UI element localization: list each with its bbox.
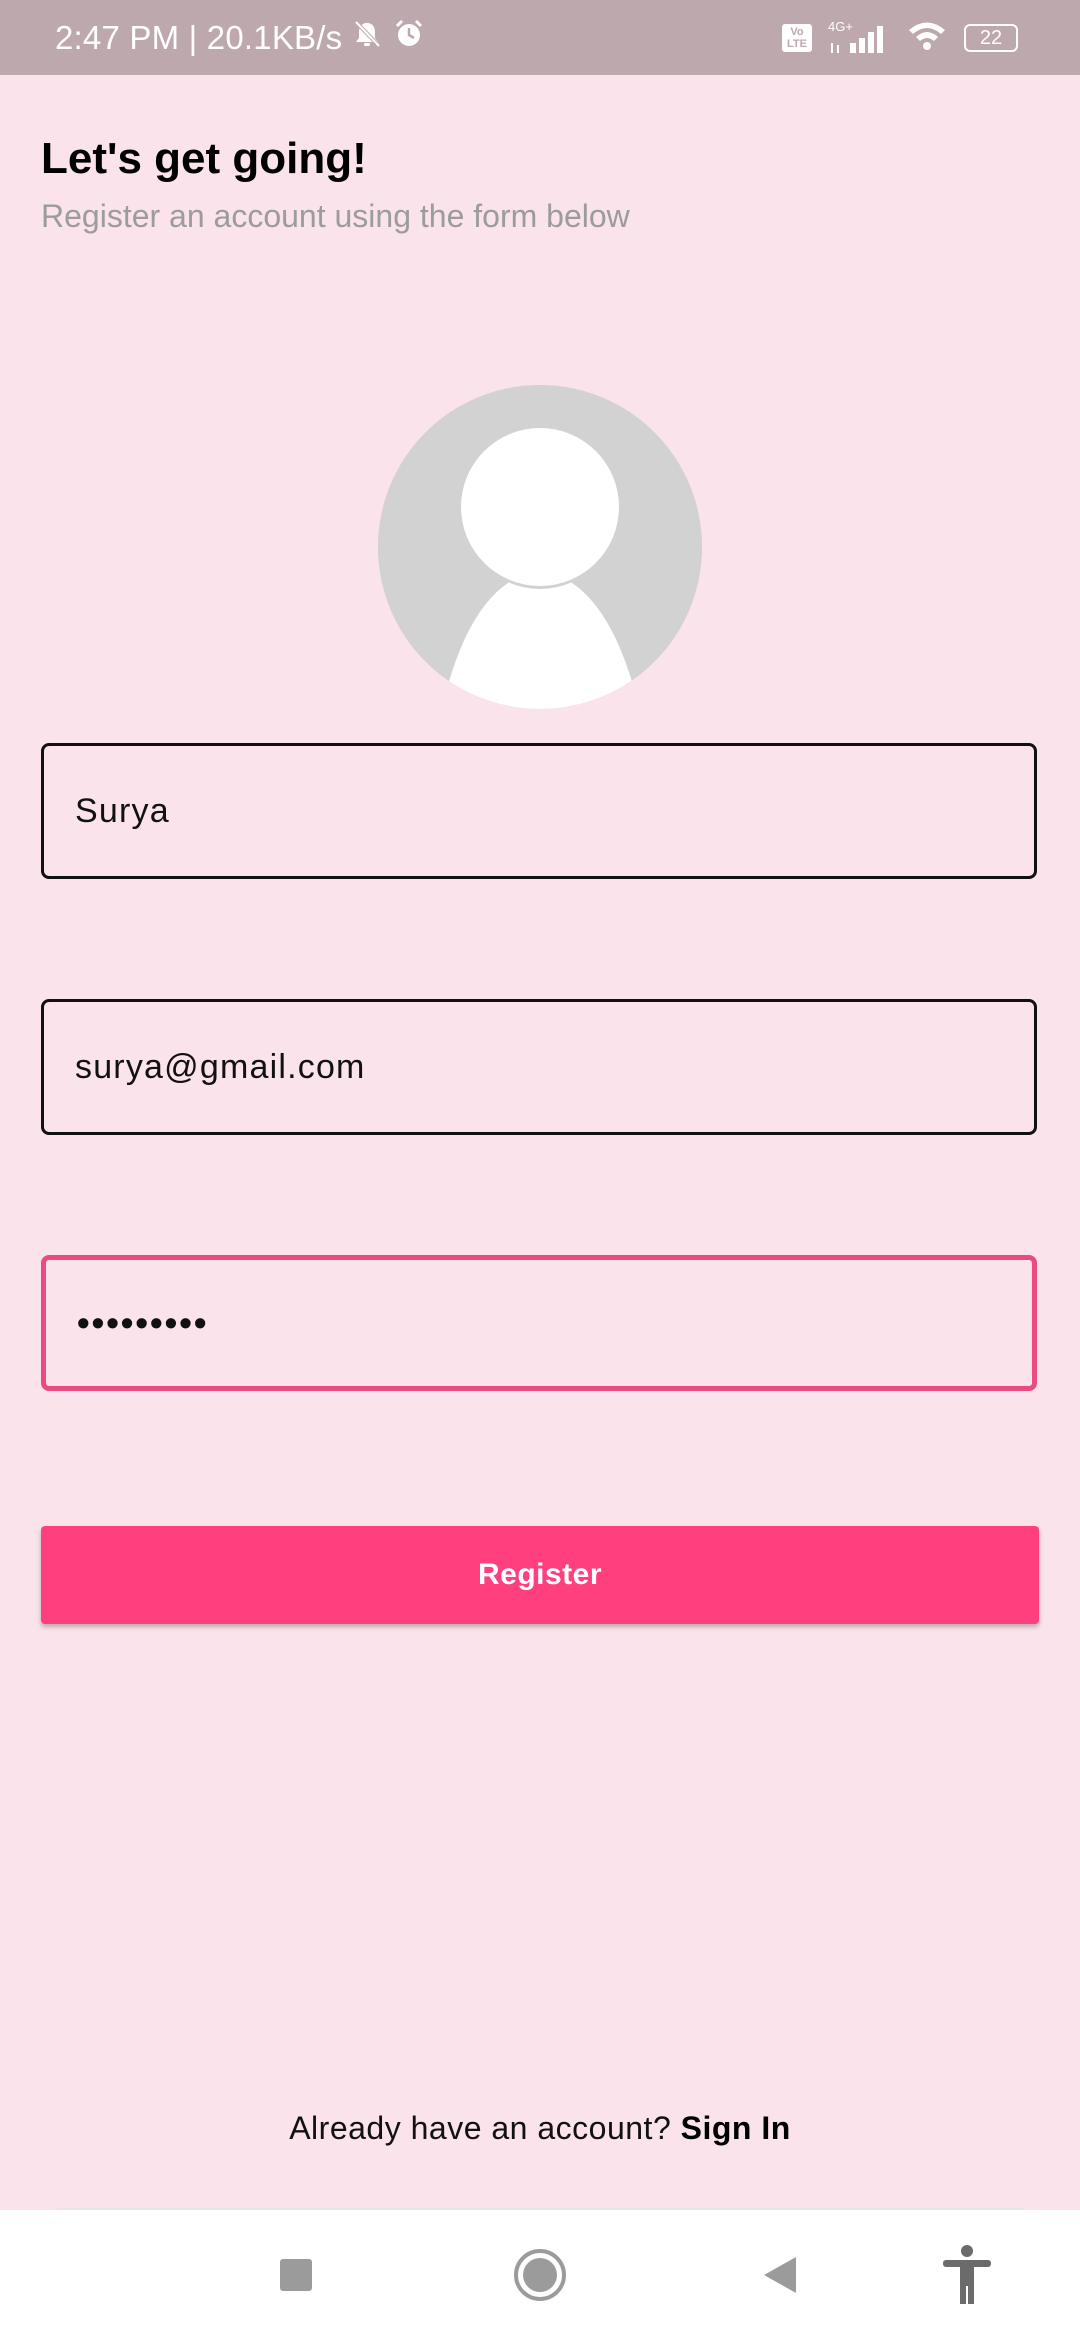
battery-level: 22 — [979, 26, 1003, 49]
recents-button[interactable] — [246, 2210, 346, 2340]
battery-icon: 22 — [964, 23, 1018, 52]
status-left: 2:47 PM | 20.1KB/s — [55, 0, 426, 75]
mute-icon — [342, 17, 384, 59]
home-icon — [514, 2249, 566, 2301]
avatar[interactable] — [378, 385, 702, 709]
accessibility-icon — [943, 2245, 991, 2304]
page-subtitle: Register an account using the form below — [41, 198, 630, 234]
register-button[interactable]: Register — [41, 1526, 1039, 1624]
signin-link[interactable]: Sign In — [681, 2110, 791, 2146]
volte-top-label: Vo — [790, 25, 804, 38]
signal-icon: 4G+ — [828, 19, 890, 55]
wifi-icon — [906, 18, 948, 57]
page-title: Let's get going! — [41, 134, 367, 183]
back-button[interactable] — [730, 2210, 830, 2340]
name-field[interactable] — [41, 743, 1037, 879]
email-field[interactable] — [41, 999, 1037, 1135]
volte-icon: Vo LTE — [782, 23, 812, 52]
status-bar: 2:47 PM | 20.1KB/s Vo LTE 4G+ 22 — [0, 0, 1080, 75]
nav-bar — [0, 2210, 1080, 2340]
status-right: Vo LTE 4G+ 22 — [782, 0, 1018, 75]
recents-icon — [280, 2259, 312, 2291]
volte-bottom-label: LTE — [787, 37, 807, 50]
person-icon — [378, 385, 702, 709]
status-time-speed: 2:47 PM | 20.1KB/s — [55, 18, 343, 56]
signin-row: Already have an account? Sign In — [0, 2110, 1080, 2147]
signin-prompt: Already have an account? — [289, 2110, 672, 2146]
home-button[interactable] — [490, 2210, 590, 2340]
accessibility-button[interactable] — [917, 2210, 1017, 2340]
password-field[interactable] — [41, 1255, 1037, 1391]
alarm-icon — [384, 17, 426, 59]
back-icon — [764, 2257, 796, 2293]
